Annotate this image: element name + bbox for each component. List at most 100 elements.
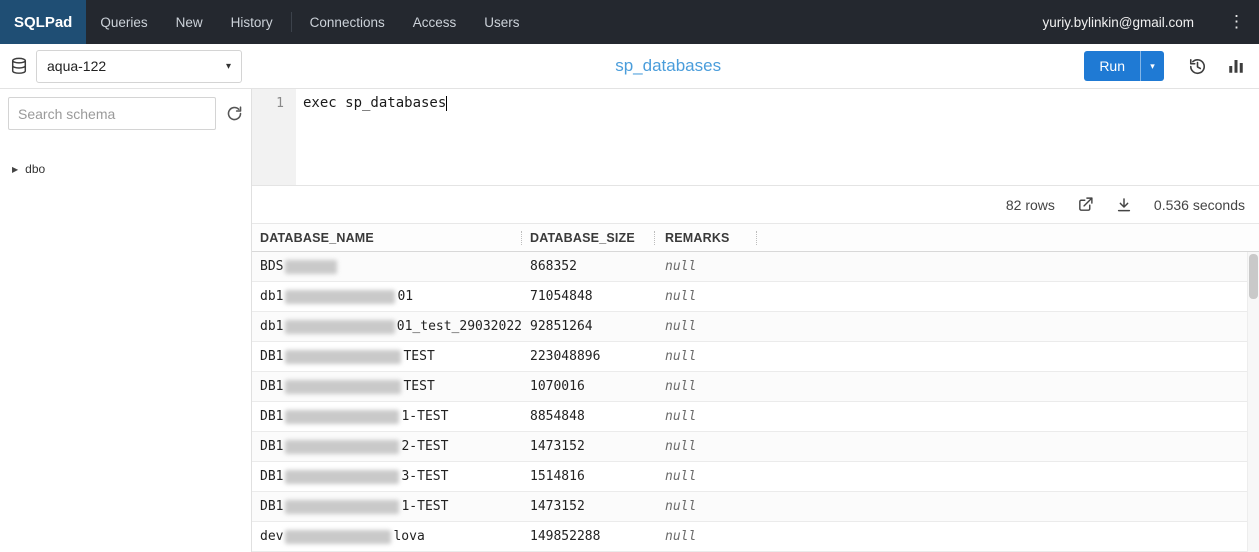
redacted-blur <box>285 379 402 394</box>
tree-item-label: dbo <box>25 162 46 176</box>
redacted-blur <box>285 319 395 334</box>
chevron-down-icon: ▾ <box>225 60 231 72</box>
cell-database-size: 1473152 <box>530 499 585 514</box>
main-split: ▶ dbo 1 exec sp_databases 82 rows <box>0 89 1259 552</box>
run-button[interactable]: Run <box>1084 51 1140 81</box>
cell-remarks: null <box>665 349 697 364</box>
results-bar: 82 rows 0.536 seconds <box>252 186 1259 224</box>
table-row[interactable]: DB1 3-TEST 1514816 null <box>252 462 1259 492</box>
chart-icon[interactable] <box>1227 57 1245 75</box>
refresh-icon[interactable] <box>226 105 243 122</box>
download-icon[interactable] <box>1116 197 1132 213</box>
scrollbar-thumb[interactable] <box>1249 254 1258 299</box>
redacted-blur <box>285 499 400 514</box>
cell-remarks: null <box>665 469 697 484</box>
table-row[interactable]: DB1 TEST 223048896 null <box>252 342 1259 372</box>
cell-database-name: DB1 1-TEST <box>260 499 449 514</box>
cell-remarks: null <box>665 529 697 544</box>
results-grid: DATABASE_NAME DATABASE_SIZE REMARKS BDS 8… <box>252 224 1259 552</box>
cell-remarks: null <box>665 259 697 274</box>
redacted-blur <box>285 409 400 424</box>
nav-divider <box>290 12 292 32</box>
elapsed-time: 0.536 seconds <box>1153 196 1245 213</box>
redacted-blur <box>285 439 400 454</box>
nav-item-access[interactable]: Access <box>399 0 471 44</box>
cell-database-size: 1514816 <box>530 469 585 484</box>
table-row[interactable]: DB1 1-TEST 8854848 null <box>252 402 1259 432</box>
cell-database-size: 223048896 <box>530 349 601 364</box>
cell-database-size: 92851264 <box>530 319 593 334</box>
cell-database-size: 149852288 <box>530 529 601 544</box>
nav-item-queries[interactable]: Queries <box>86 0 161 44</box>
query-history-icon[interactable] <box>1188 57 1207 76</box>
cell-database-name: DB1 TEST <box>260 349 435 364</box>
column-label: DATABASE_NAME <box>260 230 374 245</box>
query-title: sp_databases <box>615 56 722 75</box>
run-options-caret[interactable]: ▾ <box>1140 51 1164 81</box>
nav-item-history[interactable]: History <box>217 0 287 44</box>
cell-remarks: null <box>665 439 697 454</box>
table-header: DATABASE_NAME DATABASE_SIZE REMARKS <box>252 224 1259 252</box>
table-row[interactable]: dev lova 149852288 null <box>252 522 1259 552</box>
sql-editor[interactable]: 1 exec sp_databases <box>252 89 1259 186</box>
cell-remarks: null <box>665 319 697 334</box>
nav-item-new[interactable]: New <box>162 0 217 44</box>
editor-gutter: 1 <box>252 89 296 185</box>
nav-item-connections[interactable]: Connections <box>296 0 399 44</box>
schema-tree: ▶ dbo <box>8 162 243 176</box>
connection-area: aqua-122 ▾ <box>0 49 252 83</box>
toolbar-actions: Run ▾ <box>1084 51 1259 81</box>
run-button-group: Run ▾ <box>1084 51 1164 81</box>
app-logo[interactable]: SQLPad <box>0 0 87 44</box>
redacted-blur <box>285 349 402 364</box>
top-navbar: SQLPad Queries New History Connections A… <box>0 0 1259 44</box>
cell-database-name: BDS <box>252 259 522 274</box>
text-caret <box>446 96 448 111</box>
cell-database-name: DB1 3-TEST <box>260 469 449 484</box>
table-row[interactable]: BDS 868352 null <box>252 252 1259 282</box>
row-count: 82 rows <box>1005 196 1055 213</box>
schema-search-row <box>8 97 243 130</box>
database-icon <box>10 57 28 75</box>
table-row[interactable]: DB1 1-TEST 1473152 null <box>252 492 1259 522</box>
connection-select[interactable]: aqua-122 ▾ <box>36 49 242 83</box>
cell-database-size: 71054848 <box>530 289 593 304</box>
connection-select-value: aqua-122 <box>47 58 107 74</box>
column-header-database-name[interactable]: DATABASE_NAME <box>252 224 522 251</box>
search-input[interactable] <box>8 97 216 130</box>
sidebar-item-dbo[interactable]: ▶ dbo <box>12 162 243 176</box>
table-row[interactable]: db1 01 71054848 null <box>252 282 1259 312</box>
column-header-database-size[interactable]: DATABASE_SIZE <box>522 224 655 251</box>
cell-database-name: dev lova <box>260 529 425 544</box>
cell-database-name: DB1 TEST <box>260 379 435 394</box>
cell-database-size: 868352 <box>530 259 577 274</box>
cell-database-name: DB1 2-TEST <box>260 439 449 454</box>
column-label: DATABASE_SIZE <box>530 230 635 245</box>
open-in-new-window-icon[interactable] <box>1077 196 1094 213</box>
query-toolbar: aqua-122 ▾ sp_databases Run ▾ <box>0 44 1259 89</box>
table-body: BDS 868352 null db1 01 71054848 null db1 01_test… <box>252 252 1259 552</box>
vertical-scrollbar[interactable] <box>1247 252 1259 552</box>
redacted-blur <box>285 289 396 304</box>
table-row[interactable]: DB1 TEST 1070016 null <box>252 372 1259 402</box>
redacted-blur <box>285 259 338 274</box>
cell-database-size: 1070016 <box>530 379 585 394</box>
table-row[interactable]: DB1 2-TEST 1473152 null <box>252 432 1259 462</box>
cell-database-name: DB1 1-TEST <box>260 409 449 424</box>
cell-database-size: 8854848 <box>530 409 585 424</box>
kebab-menu-icon[interactable]: ⋮ <box>1214 0 1259 44</box>
schema-sidebar: ▶ dbo <box>0 89 252 552</box>
redacted-blur <box>285 469 400 484</box>
table-row[interactable]: db1 01_test_29032022 92851264 null <box>252 312 1259 342</box>
editor-code[interactable]: exec sp_databases <box>296 89 1259 185</box>
column-header-remarks[interactable]: REMARKS <box>655 224 757 251</box>
column-resize-handle[interactable] <box>756 231 757 245</box>
user-email: yuriy.bylinkin@gmail.com <box>1042 14 1195 30</box>
cell-database-name: db1 01 <box>260 289 414 304</box>
tree-expander-icon[interactable]: ▶ <box>12 165 18 174</box>
nav-item-users[interactable]: Users <box>470 0 533 44</box>
redacted-blur <box>285 529 392 544</box>
line-number: 1 <box>276 96 284 111</box>
cell-remarks: null <box>665 289 697 304</box>
cell-remarks: null <box>665 409 697 424</box>
